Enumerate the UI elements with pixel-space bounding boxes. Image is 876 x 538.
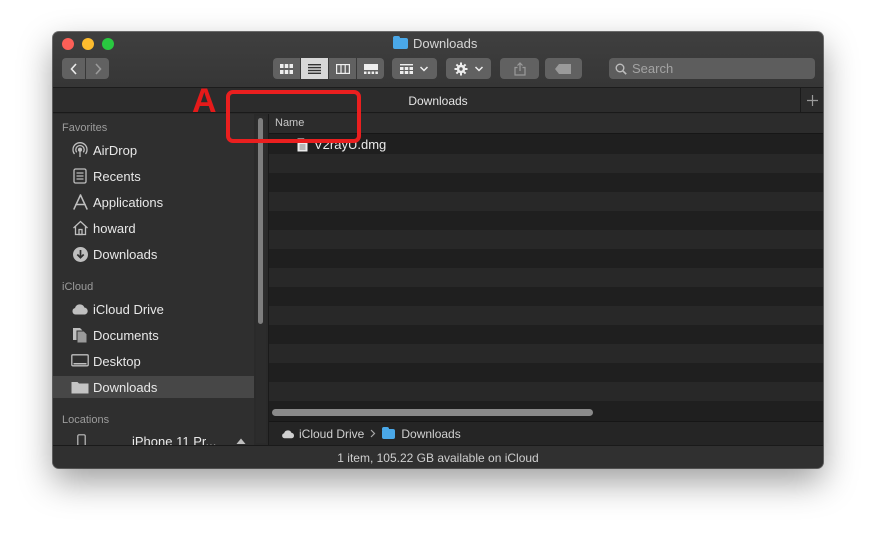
gallery-icon (363, 63, 378, 74)
chevron-right-icon (94, 62, 102, 75)
group-grid-icon (400, 63, 413, 74)
minimize-window-button[interactable] (82, 38, 94, 50)
group-by-button[interactable] (392, 58, 437, 79)
window-title: Downloads (393, 36, 477, 51)
sidebar-item-label: Recents (93, 168, 141, 184)
empty-row (269, 211, 823, 230)
sidebar-header-locations: Locations (62, 414, 110, 426)
share-icon (513, 61, 526, 76)
empty-row (269, 287, 823, 306)
action-menu-button[interactable] (446, 58, 491, 79)
horizontal-scrollbar[interactable] (272, 409, 593, 416)
sidebar-item-label: Downloads (93, 246, 158, 262)
empty-row (269, 325, 823, 344)
sidebar-item-label: Applications (93, 194, 164, 210)
sidebar: Favorites AirDrop Recents Applications h… (53, 114, 254, 449)
path-item-icloud-drive[interactable]: iCloud Drive (299, 427, 364, 441)
path-separator-icon (370, 429, 376, 438)
sidebar-header-favorites: Favorites (62, 122, 108, 134)
list-icon (308, 63, 321, 74)
applications-icon (70, 194, 90, 210)
column-view-button[interactable] (329, 58, 356, 79)
back-button[interactable] (62, 58, 85, 79)
folder-icon (70, 379, 90, 395)
path-item-downloads[interactable]: Downloads (401, 427, 460, 441)
downloads-icon (70, 246, 90, 262)
maximize-window-button[interactable] (102, 38, 114, 50)
empty-row (269, 230, 823, 249)
gallery-view-button[interactable] (357, 58, 384, 79)
sidebar-item-downloads[interactable]: Downloads (53, 243, 254, 265)
tab-bar: Downloads (53, 88, 823, 113)
gear-icon (454, 62, 467, 75)
status-bar: 1 item, 105.22 GB available on iCloud (53, 445, 823, 468)
file-name: V2rayU.dmg (314, 137, 387, 152)
recents-icon (70, 168, 90, 184)
search-icon (615, 63, 627, 75)
window-title-text: Downloads (413, 36, 478, 51)
documents-icon (70, 327, 90, 343)
empty-row (269, 268, 823, 287)
sidebar-item-howard[interactable]: howard (53, 217, 254, 239)
finder-window: Downloads Search Downloads Favorites Air… (53, 32, 823, 468)
folder-icon (393, 36, 408, 49)
search-field[interactable] (609, 58, 815, 79)
empty-row (269, 306, 823, 325)
sidebar-scrollbar-thumb[interactable] (258, 118, 263, 324)
path-bar: iCloud Drive Downloads (269, 421, 823, 445)
new-tab-button[interactable] (800, 88, 823, 112)
file-row[interactable]: V2rayU.dmg (269, 135, 823, 154)
empty-row (269, 173, 823, 192)
plus-icon (806, 94, 818, 106)
tag-icon (555, 63, 571, 74)
grid-icon (280, 63, 293, 74)
forward-button[interactable] (86, 58, 109, 79)
folder-icon (382, 426, 396, 439)
home-icon (70, 220, 90, 236)
chevron-left-icon (69, 62, 77, 75)
search-input[interactable] (632, 61, 802, 76)
empty-row (269, 249, 823, 268)
sidebar-item-icloud-downloads[interactable]: Downloads (53, 376, 254, 398)
sidebar-item-recents[interactable]: Recents (53, 165, 254, 187)
sidebar-item-label: iCloud Drive (93, 301, 164, 317)
sidebar-item-airdrop[interactable]: AirDrop (53, 139, 254, 161)
desktop-icon (70, 353, 90, 369)
tab-downloads[interactable]: Downloads (53, 94, 823, 108)
empty-row (269, 192, 823, 211)
sidebar-item-applications[interactable]: Applications (53, 191, 254, 213)
list-view-button[interactable] (301, 58, 328, 79)
empty-row (269, 344, 823, 363)
columns-icon (335, 63, 350, 74)
document-icon (297, 138, 308, 152)
view-mode-selector (273, 58, 384, 79)
chevron-down-icon (474, 65, 483, 72)
close-window-button[interactable] (62, 38, 74, 50)
chevron-down-icon (419, 65, 429, 72)
annotation-label: A (192, 82, 217, 120)
icon-view-button[interactable] (273, 58, 300, 79)
column-header-name[interactable]: Name (269, 114, 823, 134)
sidebar-header-icloud: iCloud (62, 281, 94, 293)
sidebar-item-label: Documents (93, 327, 159, 343)
empty-row (269, 382, 823, 401)
sidebar-item-label: AirDrop (93, 142, 138, 158)
sidebar-item-icloud-drive[interactable]: iCloud Drive (53, 298, 254, 320)
sidebar-item-desktop[interactable]: Desktop (53, 350, 254, 372)
cloud-icon (281, 429, 295, 439)
title-bar: Downloads (53, 32, 823, 88)
sidebar-item-label: Downloads (93, 379, 158, 395)
cloud-icon (70, 301, 90, 317)
empty-row (269, 363, 823, 382)
sidebar-item-label: howard (93, 220, 136, 236)
empty-row (269, 154, 823, 173)
share-button[interactable] (500, 58, 539, 79)
tag-button[interactable] (545, 58, 582, 79)
file-list: Name V2rayU.dmg (269, 114, 823, 445)
sidebar-item-label: Desktop (93, 353, 141, 369)
airdrop-icon (70, 142, 90, 158)
sidebar-item-documents[interactable]: Documents (53, 324, 254, 346)
